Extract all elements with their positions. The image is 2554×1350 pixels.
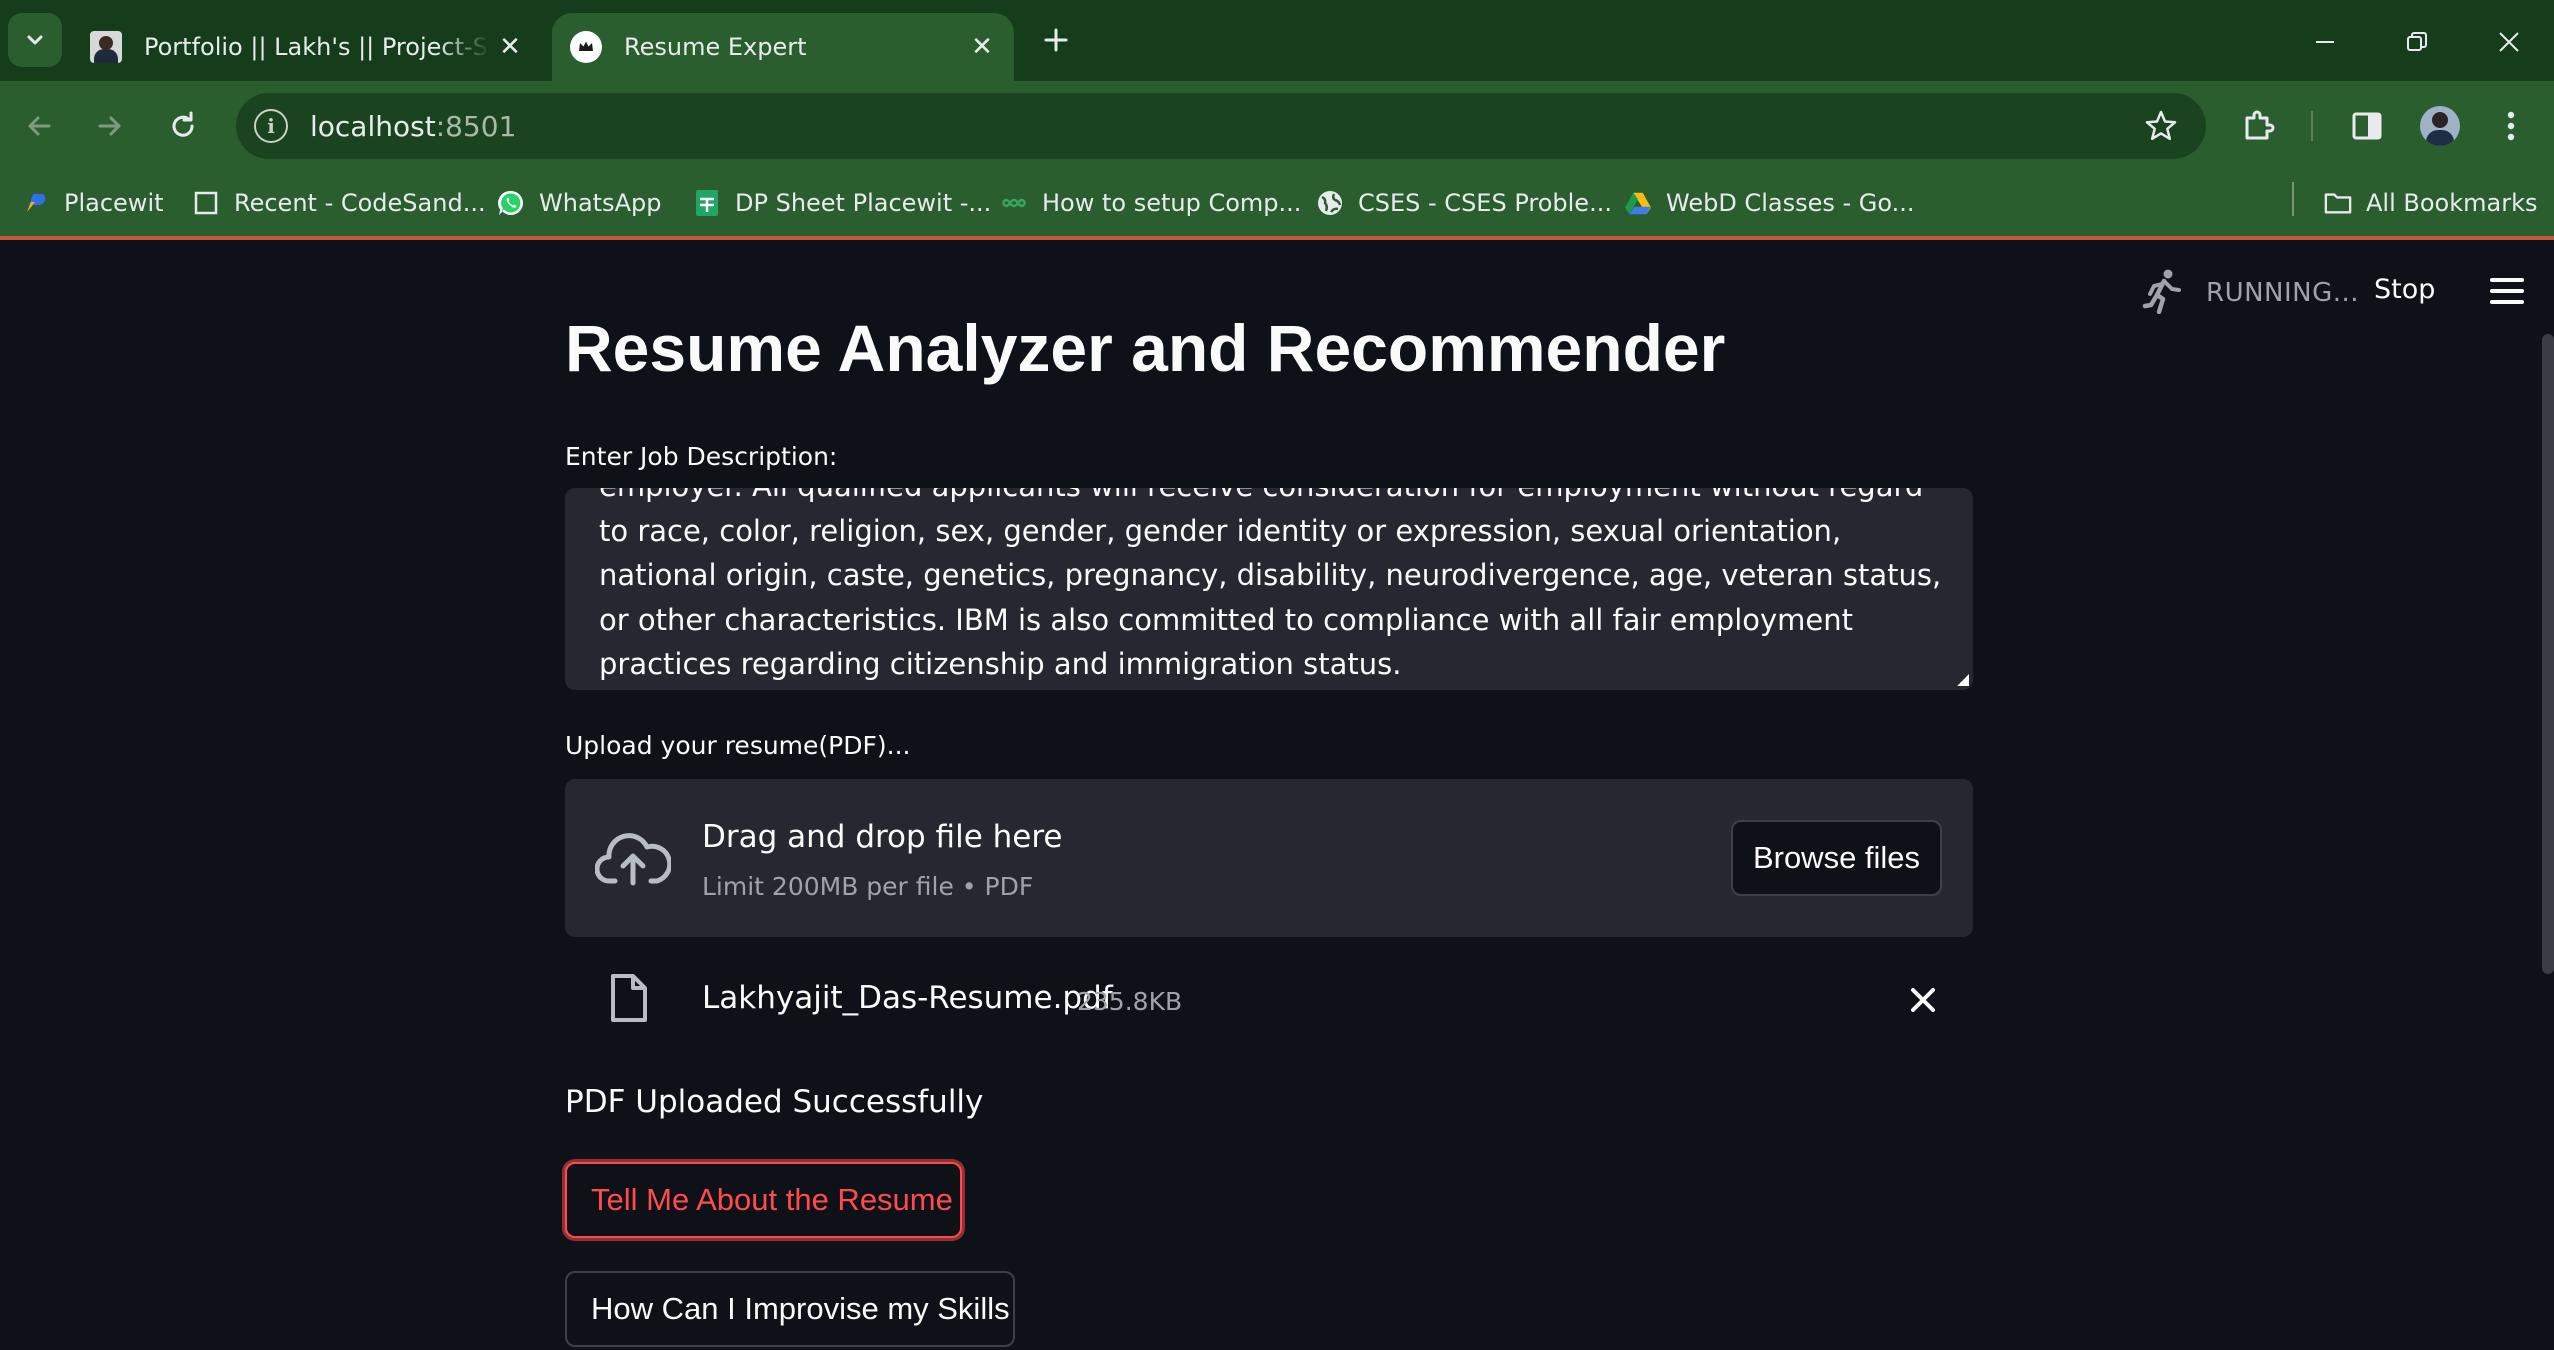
upload-success-message: PDF Uploaded Successfully: [565, 1084, 984, 1120]
bookmark-label: WebD Classes - Go...: [1666, 189, 1915, 217]
plus-icon: [1044, 28, 1068, 52]
folder-icon: [2324, 189, 2352, 217]
cloud-upload-icon: [595, 833, 671, 886]
sheets-icon: [693, 189, 721, 217]
reload-icon: [172, 111, 194, 137]
remove-file-icon[interactable]: [1905, 982, 1941, 1018]
job-description-label: Enter Job Description:: [565, 442, 838, 471]
extensions-button[interactable]: [2234, 101, 2284, 151]
page-scrollbar[interactable]: [2542, 334, 2554, 974]
restore-button[interactable]: [2389, 14, 2445, 70]
tab-portfolio[interactable]: Portfolio || Lakh's || Project-Section ✕: [72, 13, 542, 81]
upload-label: Upload your resume(PDF)...: [565, 731, 911, 760]
arrow-left-icon: [28, 116, 51, 136]
close-tab-icon[interactable]: ✕: [490, 27, 530, 67]
tab-title: Resume Expert: [624, 33, 807, 61]
dropzone-title: Drag and drop file here: [702, 819, 1063, 855]
puzzle-icon: [2245, 110, 2275, 140]
tab-resume-expert[interactable]: Resume Expert ✕: [552, 13, 1014, 81]
hamburger-icon: [2490, 278, 2524, 282]
arrow-right-icon: [98, 116, 121, 136]
uploaded-file-row: Lakhyajit_Das-Resume.pdf 235.8KB: [565, 968, 1973, 1038]
browser-tab-strip: Portfolio || Lakh's || Project-Section ✕…: [0, 0, 2554, 81]
side-panel-button[interactable]: [2342, 101, 2392, 151]
bookmark-label: How to setup Comp...: [1042, 189, 1302, 217]
file-name: Lakhyajit_Das-Resume.pdf: [702, 980, 1113, 1016]
file-dropzone[interactable]: Drag and drop file here Limit 200MB per …: [565, 779, 1973, 937]
address-bar[interactable]: i localhost:8501: [236, 93, 2206, 159]
forward-button[interactable]: [85, 101, 135, 151]
job-description-textarea[interactable]: employer. All qualified applicants will …: [565, 488, 1973, 690]
profile-avatar[interactable]: [2420, 106, 2460, 146]
main-menu-button[interactable]: [2490, 278, 2524, 304]
globe-icon: [1316, 189, 1344, 217]
minimize-button[interactable]: [2297, 14, 2353, 70]
restore-icon: [2407, 32, 2427, 51]
bookmark-label: All Bookmarks: [2366, 189, 2538, 217]
close-icon: [2499, 32, 2519, 52]
bookmark-label: DP Sheet Placewit -...: [735, 189, 992, 217]
bookmark-star-icon[interactable]: [2140, 105, 2182, 147]
close-tab-icon[interactable]: ✕: [962, 27, 1002, 67]
chevron-down-icon: [27, 35, 43, 45]
minimize-icon: [2316, 41, 2334, 43]
bookmarks-divider: [2292, 182, 2294, 216]
placewit-icon: [22, 189, 50, 217]
job-description-text: employer. All qualified applicants will …: [599, 488, 1942, 681]
bookmark-label: Placewit: [64, 189, 164, 217]
toolbar-divider: [2311, 111, 2313, 141]
browse-files-button[interactable]: Browse files: [1731, 820, 1942, 896]
bookmark-webd-classes[interactable]: WebD Classes - Go...: [1624, 183, 1915, 223]
bookmark-label: CSES - CSES Proble...: [1358, 189, 1612, 217]
codesandbox-icon: [192, 189, 220, 217]
tell-me-about-resume-button[interactable]: Tell Me About the Resume: [565, 1162, 962, 1238]
bookmark-placewit[interactable]: Placewit: [22, 183, 164, 223]
back-button[interactable]: [14, 101, 64, 151]
portfolio-favicon-icon: [90, 31, 122, 63]
improve-skills-button[interactable]: How Can I Improvise my Skills: [565, 1271, 1015, 1347]
bookmark-label: Recent - CodeSand...: [234, 189, 486, 217]
browser-menu-button[interactable]: [2486, 101, 2536, 151]
new-tab-button[interactable]: [1034, 18, 1078, 62]
site-info-icon[interactable]: i: [254, 109, 288, 143]
url-text: localhost:8501: [310, 109, 517, 143]
tab-search-button[interactable]: [8, 13, 62, 67]
close-window-button[interactable]: [2481, 14, 2537, 70]
bookmark-setup-comp[interactable]: How to setup Comp...: [1000, 183, 1301, 223]
page-title: Resume Analyzer and Recommender: [565, 311, 1726, 385]
bookmark-codesandbox[interactable]: Recent - CodeSand...: [192, 183, 486, 223]
stop-button[interactable]: Stop: [2374, 274, 2435, 305]
bookmarks-bar: Placewit Recent - CodeSand... WhatsApp D…: [0, 169, 2554, 240]
file-icon: [611, 974, 647, 1022]
resize-handle[interactable]: [1957, 674, 1969, 686]
side-panel-icon: [2352, 112, 2382, 140]
browser-toolbar: i localhost:8501: [0, 81, 2554, 169]
app-viewport: RUNNING... Stop Resume Analyzer and Reco…: [0, 244, 2554, 1350]
bookmark-whatsapp[interactable]: WhatsApp: [497, 183, 661, 223]
bookmark-dp-sheet[interactable]: DP Sheet Placewit -...: [693, 183, 991, 223]
crown-favicon-icon: [570, 31, 602, 63]
link-icon: [1000, 189, 1028, 217]
bookmark-cses[interactable]: CSES - CSES Proble...: [1316, 183, 1612, 223]
running-status: RUNNING...: [2206, 278, 2360, 308]
tab-title: Portfolio || Lakh's || Project-Section: [144, 33, 490, 61]
drive-icon: [1624, 189, 1652, 217]
whatsapp-icon: [497, 189, 525, 217]
reload-button[interactable]: [158, 101, 208, 151]
all-bookmarks-button[interactable]: All Bookmarks: [2324, 183, 2537, 223]
more-vertical-icon: [2507, 111, 2515, 141]
dropzone-limit: Limit 200MB per file • PDF: [702, 872, 1034, 901]
running-man-icon: [2142, 269, 2181, 314]
bookmark-label: WhatsApp: [539, 189, 662, 217]
file-size: 235.8KB: [1077, 987, 1183, 1016]
